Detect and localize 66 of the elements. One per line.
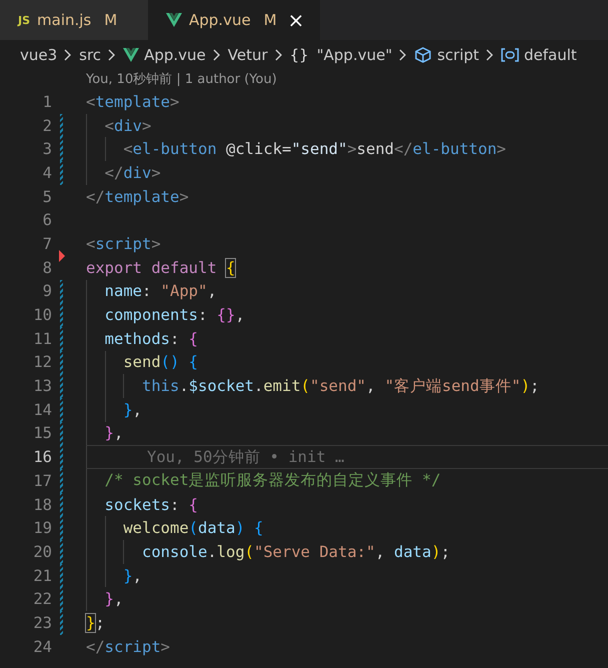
code-line: },	[104, 424, 124, 442]
breadcrumb-item[interactable]: vue3	[20, 46, 58, 64]
code-line: components: {},	[104, 306, 245, 324]
code-line: <script>	[86, 234, 161, 253]
code-line: welcome(data) {	[122, 519, 264, 538]
line-number: 11	[32, 330, 52, 348]
breadcrumb-item[interactable]: App.vue	[123, 46, 206, 64]
code-line: },	[122, 566, 142, 585]
modified-label: M	[264, 11, 277, 29]
code-line: </div>	[104, 164, 161, 182]
breadcrumb-item[interactable]: Vetur	[228, 46, 268, 64]
breadcrumb-item[interactable]: script	[414, 46, 480, 64]
line-number: 10	[32, 306, 52, 324]
code-line: },	[104, 590, 124, 608]
code-line: export default {	[86, 258, 236, 277]
line-number: 4	[42, 164, 52, 182]
code-line: };	[86, 614, 105, 632]
line-number: 5	[42, 188, 52, 206]
codelens-text[interactable]: You, 10秒钟前 | 1 author (You)	[0, 70, 608, 90]
line-number: 21	[32, 566, 52, 585]
code-line: </script>	[86, 638, 170, 656]
code-line: console.log("Serve Data:", data);	[140, 542, 450, 561]
line-number: 16	[32, 448, 52, 466]
code-line: <div>	[104, 116, 152, 135]
code-line: /* socket是监听服务器发布的自定义事件 */	[104, 470, 441, 492]
line-number: 14	[32, 400, 52, 419]
line-number: 8	[42, 258, 52, 277]
line-number: 7	[42, 234, 52, 253]
line-number: 22	[32, 590, 52, 608]
modified-label: M	[104, 11, 118, 29]
line-number: 19	[32, 519, 52, 538]
line-number: 15	[32, 424, 52, 442]
breadcrumb-item[interactable]: default	[501, 46, 577, 64]
close-icon[interactable]: ×	[288, 10, 304, 30]
line-number: 3	[42, 140, 52, 158]
git-blame-annotation: You, 50分钟前 • init …	[147, 446, 344, 468]
line-number: 1	[42, 92, 52, 111]
line-number: 2	[42, 116, 52, 135]
code-line: name: "App",	[104, 282, 217, 300]
line-number: 13	[32, 377, 52, 396]
code-line: <template>	[86, 92, 180, 111]
code-line: send() {	[122, 353, 198, 372]
line-number: 6	[42, 211, 52, 230]
line-number: 12	[32, 353, 52, 372]
line-number: 9	[42, 282, 52, 300]
code-line: methods: {	[104, 330, 198, 348]
breadcrumb-item[interactable]: src	[79, 46, 102, 64]
line-number: 17	[32, 472, 52, 490]
breadcrumb-item[interactable]: {} "App.vue"	[290, 46, 392, 64]
cube-icon	[414, 47, 432, 63]
vue-logo-icon	[123, 48, 140, 62]
braces-icon: {}	[290, 46, 309, 64]
code-line: this.$socket.emit("send", "客户端send事件");	[140, 376, 540, 397]
editor-tab[interactable]: JS main.js M	[0, 0, 148, 40]
line-number: 24	[32, 638, 52, 656]
line-number: 20	[32, 542, 52, 561]
code-line: </template>	[86, 188, 189, 206]
line-number: 18	[32, 496, 52, 514]
vue-logo-icon	[166, 13, 182, 27]
code-line: sockets: {	[104, 496, 198, 514]
code-line: <el-button @click="send">send</el-button>	[122, 140, 506, 158]
code-line: },	[122, 400, 142, 419]
line-number: 23	[32, 614, 52, 632]
bracket-field-icon	[501, 48, 520, 62]
editor-tab[interactable]: App.vue M ×	[148, 0, 320, 40]
js-file-icon: JS	[18, 14, 30, 26]
